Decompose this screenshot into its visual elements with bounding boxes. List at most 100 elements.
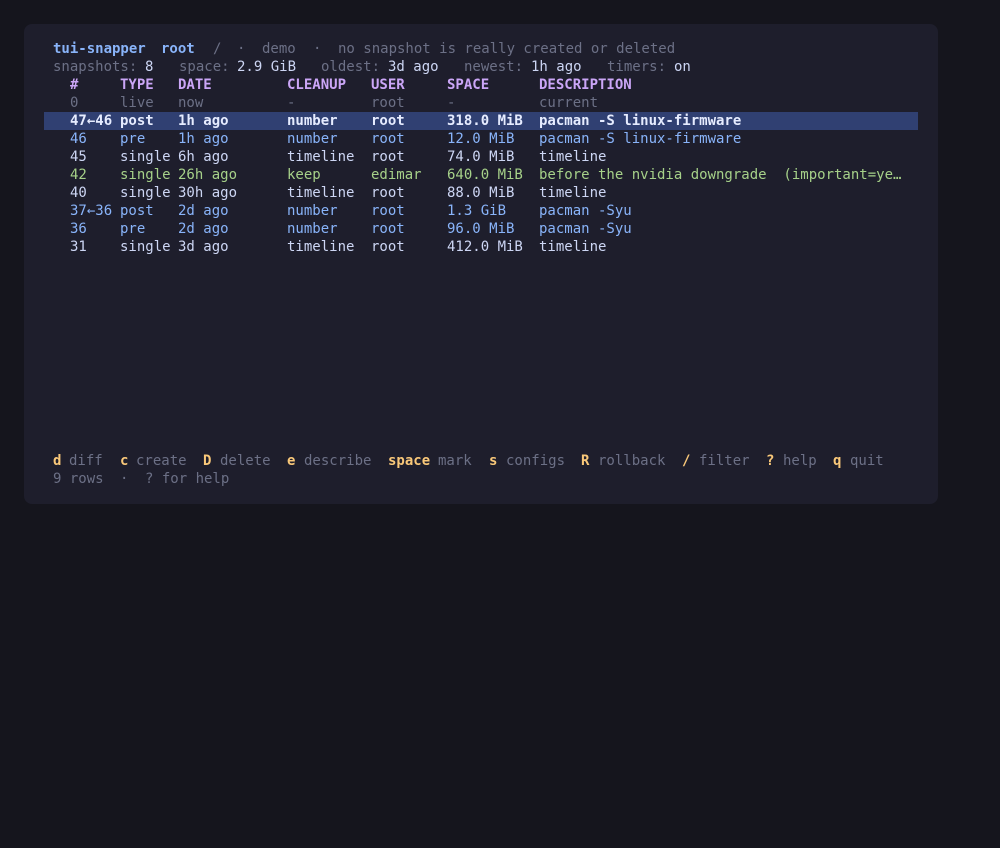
key-filter[interactable]: / — [682, 452, 690, 470]
cell-cleanup: number — [287, 131, 338, 147]
table-row[interactable]: 40 single 30h ago timeline root 88.0 MiB… — [44, 184, 918, 202]
terminal-window: tui-snapper root / · demo · no snapshot … — [24, 24, 938, 504]
key-filter-label: filter — [699, 453, 750, 469]
cell-description: pacman -Syu — [539, 203, 632, 219]
key-diff-label: diff — [69, 453, 103, 469]
cell-space: 1.3 GiB — [447, 203, 507, 219]
key-help-label: help — [783, 453, 817, 469]
status-line: 9 rows · ? for help — [53, 470, 229, 488]
cell-space: 74.0 MiB — [447, 149, 515, 165]
column-header-space[interactable]: SPACE — [447, 76, 489, 94]
cell-space: 412.0 MiB — [447, 239, 523, 255]
table-row[interactable]: 0 live now - root - current — [44, 94, 918, 112]
cell-number: 36 — [70, 221, 87, 237]
key-rollback-label: rollback — [598, 453, 666, 469]
column-header-description[interactable]: DESCRIPTION — [539, 76, 632, 94]
cell-description: timeline — [539, 239, 607, 255]
column-header-cleanup[interactable]: CLEANUP — [287, 76, 346, 94]
cell-type: post — [120, 113, 154, 129]
cell-type: single — [120, 185, 171, 201]
status-dot: · — [120, 471, 129, 487]
help-hint: ? for help — [145, 471, 230, 487]
mode-label: demo — [262, 41, 296, 57]
cell-date: 2d ago — [178, 221, 229, 237]
table-row[interactable]: 31 single 3d ago timeline root 412.0 MiB… — [44, 238, 918, 256]
oldest-label: oldest: — [321, 59, 381, 75]
cell-type: single — [120, 239, 171, 255]
column-header-type[interactable]: TYPE — [120, 76, 154, 94]
key-mark[interactable]: space — [388, 452, 430, 470]
table-row[interactable]: 37←36 post 2d ago number root 1.3 GiB pa… — [44, 202, 918, 220]
demo-note: no snapshot is really created or deleted — [338, 41, 676, 57]
cell-date: 6h ago — [178, 149, 229, 165]
space-total: 2.9 GiB — [237, 59, 297, 75]
oldest-value: 3d ago — [388, 59, 439, 75]
cell-date: now — [178, 95, 204, 111]
key-mark-label: mark — [438, 453, 472, 469]
cell-type: single — [120, 167, 171, 183]
cell-date: 1h ago — [178, 131, 229, 147]
cell-date: 1h ago — [178, 113, 229, 129]
cell-date: 2d ago — [178, 203, 229, 219]
cell-user: root — [371, 95, 405, 111]
table-row[interactable]: 45 single 6h ago timeline root 74.0 MiB … — [44, 148, 918, 166]
cell-description: timeline — [539, 185, 607, 201]
cell-cleanup: keep — [287, 167, 321, 183]
cell-space: - — [447, 95, 456, 111]
key-diff[interactable]: d — [53, 452, 61, 470]
snapshots-count: 8 — [145, 59, 154, 75]
column-header-date[interactable]: DATE — [178, 76, 212, 94]
cell-user: root — [371, 131, 405, 147]
cell-space: 12.0 MiB — [447, 131, 515, 147]
cell-user: root — [371, 203, 405, 219]
key-help[interactable]: ? — [766, 452, 774, 470]
cell-cleanup: timeline — [287, 149, 355, 165]
title-dot: · — [237, 41, 246, 57]
stats-bar: snapshots: 8 space: 2.9 GiB oldest: 3d a… — [53, 58, 691, 76]
cell-cleanup: timeline — [287, 239, 355, 255]
cell-date: 30h ago — [178, 185, 238, 201]
key-rollback[interactable]: R — [581, 452, 589, 470]
cell-number: 0 — [70, 95, 79, 111]
cell-date: 3d ago — [178, 239, 229, 255]
title-separator: / — [213, 41, 222, 57]
table-row[interactable]: 36 pre 2d ago number root 96.0 MiB pacma… — [44, 220, 918, 238]
cell-description: pacman -S linux-firmware — [539, 113, 742, 129]
cell-number: 47←46 — [70, 113, 113, 129]
table-row-selected[interactable]: 47←46 post 1h ago number root 318.0 MiB … — [44, 112, 918, 130]
newest-label: newest: — [464, 59, 524, 75]
table-row-important[interactable]: 42 single 26h ago keep edimar 640.0 MiB … — [44, 166, 918, 184]
keybinding-bar: d diff c create D delete e describe spac… — [53, 452, 884, 470]
table-row[interactable]: 46 pre 1h ago number root 12.0 MiB pacma… — [44, 130, 918, 148]
cell-type: single — [120, 149, 171, 165]
cell-description: current — [539, 95, 599, 111]
cell-user: root — [371, 221, 405, 237]
column-header-user[interactable]: USER — [371, 76, 405, 94]
key-configs[interactable]: s — [489, 452, 497, 470]
cell-user: root — [371, 239, 405, 255]
cell-cleanup: number — [287, 221, 338, 237]
cell-space: 318.0 MiB — [447, 113, 523, 129]
cell-user: edimar — [371, 167, 422, 183]
table-header: # TYPE DATE CLEANUP USER SPACE DESCRIPTI… — [44, 76, 918, 94]
config-name[interactable]: root — [161, 40, 195, 58]
snapshots-label: snapshots: — [53, 59, 138, 75]
cell-number: 42 — [70, 167, 87, 183]
app-name: tui-snapper — [53, 41, 146, 57]
cell-space: 96.0 MiB — [447, 221, 515, 237]
key-delete[interactable]: D — [203, 452, 211, 470]
column-header-number[interactable]: # — [70, 76, 78, 94]
key-quit[interactable]: q — [833, 452, 841, 470]
cell-description: before the nvidia downgrade (important=y… — [539, 167, 902, 183]
title-bar: tui-snapper root / · demo · no snapshot … — [53, 40, 675, 58]
cell-number: 37←36 — [70, 203, 113, 219]
cell-number: 31 — [70, 239, 87, 255]
row-count: 9 rows — [53, 471, 104, 487]
cell-number: 40 — [70, 185, 87, 201]
cell-cleanup: number — [287, 113, 338, 129]
cell-type: pre — [120, 131, 146, 147]
key-describe[interactable]: e — [287, 452, 295, 470]
key-create[interactable]: c — [120, 452, 128, 470]
cell-cleanup: timeline — [287, 185, 355, 201]
timers-label: timers: — [607, 59, 667, 75]
